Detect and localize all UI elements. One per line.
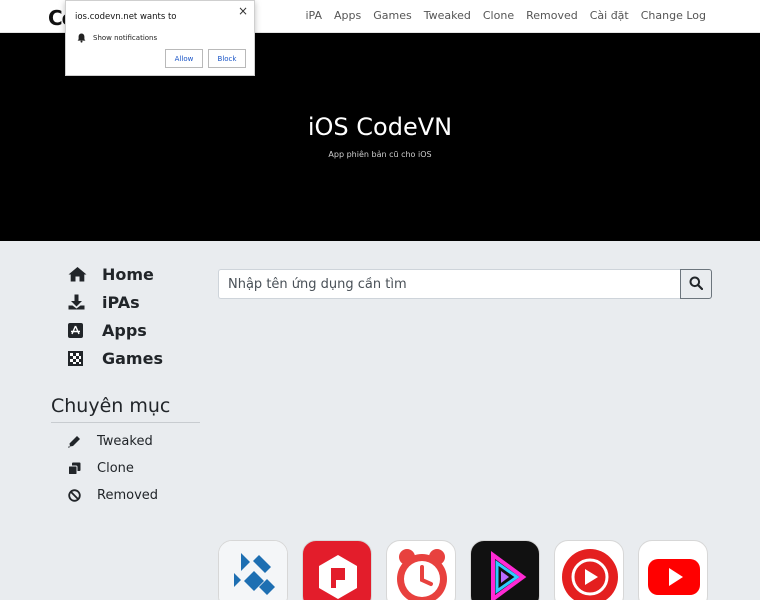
- close-icon[interactable]: ×: [238, 4, 248, 18]
- nav-link-tweaked[interactable]: Tweaked: [424, 9, 471, 22]
- sidebar-item-label: Home: [102, 264, 154, 284]
- nav-link-clone[interactable]: Clone: [483, 9, 514, 22]
- search-button[interactable]: [680, 269, 712, 299]
- sidebar-item-label: Removed: [97, 488, 159, 503]
- permission-row: Show notifications: [77, 28, 157, 47]
- pdf-app-icon[interactable]: [302, 540, 372, 600]
- app-grid: [218, 540, 708, 600]
- category-heading: Chuyên mục: [51, 395, 171, 417]
- nav-link-apps[interactable]: Apps: [334, 9, 361, 22]
- hero-title: iOS CodeVN: [307, 113, 453, 141]
- permission-label: Show notifications: [93, 33, 158, 42]
- download-icon: [68, 294, 88, 310]
- kodi-app-icon[interactable]: [218, 540, 288, 600]
- hero-subtitle: App phiên bản cũ cho iOS: [328, 150, 432, 159]
- sidebar-item-apps[interactable]: Apps: [68, 316, 163, 344]
- notification-permission-popup: ios.codevn.net wants to × Show notificat…: [65, 0, 255, 76]
- sidebar-item-removed[interactable]: Removed: [68, 482, 158, 509]
- alarm-clock-app-icon[interactable]: [386, 540, 456, 600]
- nav-links: iPA Apps Games Tweaked Clone Removed Cài…: [306, 9, 707, 22]
- category-divider: [51, 422, 200, 423]
- sidebar-item-label: iPAs: [102, 292, 140, 312]
- nav-link-games[interactable]: Games: [373, 9, 411, 22]
- home-icon: [68, 266, 88, 282]
- block-button[interactable]: Block: [208, 49, 246, 68]
- chess-board-icon: [68, 350, 88, 366]
- nav-link-changelog[interactable]: Change Log: [641, 9, 706, 22]
- youtube-app-icon[interactable]: [638, 540, 708, 600]
- video-player-app-icon[interactable]: [470, 540, 540, 600]
- sidebar-item-ipas[interactable]: iPAs: [68, 288, 163, 316]
- sidebar-item-label: Clone: [97, 461, 134, 476]
- pen-icon: [68, 435, 82, 448]
- sidebar-item-home[interactable]: Home: [68, 260, 163, 288]
- sidebar-item-games[interactable]: Games: [68, 344, 163, 372]
- sidebar-main-menu: Home iPAs Apps Games: [68, 260, 163, 372]
- copy-icon: [68, 462, 82, 475]
- sidebar-item-label: Tweaked: [97, 434, 153, 449]
- sidebar-item-label: Games: [102, 348, 163, 368]
- app-store-icon: [68, 322, 88, 338]
- nav-link-install[interactable]: Cài đặt: [590, 9, 629, 22]
- ban-icon: [68, 489, 82, 502]
- nav-link-ipa[interactable]: iPA: [306, 9, 323, 22]
- sidebar-item-clone[interactable]: Clone: [68, 455, 158, 482]
- bell-icon: [77, 28, 86, 47]
- allow-button[interactable]: Allow: [165, 49, 203, 68]
- sidebar-item-label: Apps: [102, 320, 147, 340]
- music-play-app-icon[interactable]: [554, 540, 624, 600]
- popup-title: ios.codevn.net wants to: [75, 12, 177, 22]
- nav-link-removed[interactable]: Removed: [526, 9, 578, 22]
- sidebar-item-tweaked[interactable]: Tweaked: [68, 428, 158, 455]
- search-bar: [218, 269, 712, 299]
- search-input[interactable]: [218, 269, 680, 299]
- search-icon: [689, 275, 704, 294]
- sidebar-category-menu: Tweaked Clone Removed: [68, 428, 158, 509]
